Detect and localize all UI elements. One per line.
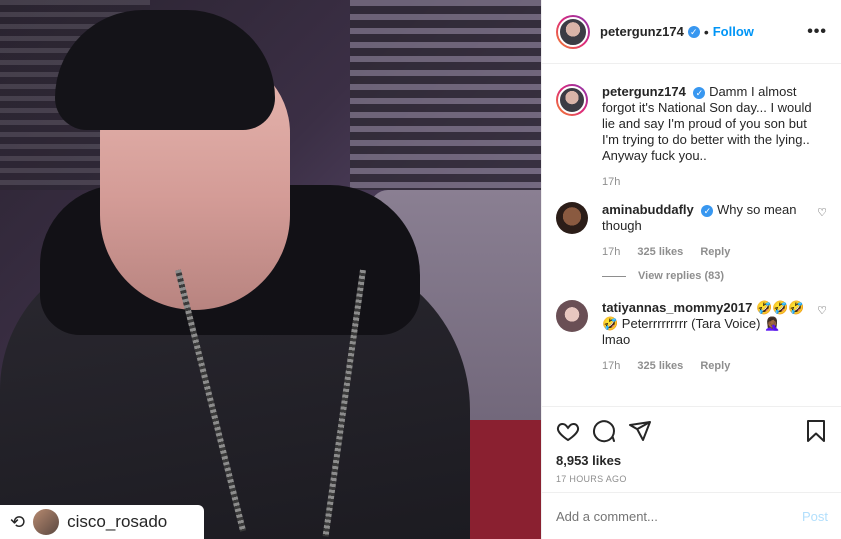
- reply-button[interactable]: Reply: [700, 246, 730, 258]
- comment-like-heart-icon[interactable]: ♡: [817, 304, 827, 317]
- comment-username[interactable]: aminabuddafly: [602, 202, 694, 217]
- repost-icon: ⟲: [10, 511, 26, 532]
- comment-avatar[interactable]: [556, 300, 588, 332]
- beanie: [55, 10, 275, 130]
- comment-time[interactable]: 17h: [602, 246, 620, 258]
- comment-meta: 17h 325 likes Reply: [602, 360, 812, 372]
- caption-username[interactable]: petergunz174: [602, 84, 686, 99]
- add-comment-input[interactable]: [556, 508, 802, 524]
- post-timestamp[interactable]: 17 HOURS AGO: [556, 474, 828, 484]
- divider-line: [602, 275, 626, 277]
- header-separator: •: [703, 23, 709, 40]
- repost-username: cisco_rosado: [67, 512, 168, 531]
- more-options-icon[interactable]: •••: [807, 23, 827, 41]
- heart-icon[interactable]: [556, 419, 580, 443]
- bookmark-icon[interactable]: [804, 419, 828, 443]
- repost-tag[interactable]: ⟲ cisco_rosado: [0, 505, 204, 539]
- share-icon[interactable]: [628, 419, 652, 443]
- comment-like-heart-icon[interactable]: ♡: [817, 206, 827, 219]
- post-header: petergunz174 ✓ • Follow •••: [542, 0, 841, 64]
- window-blinds-right: [350, 0, 541, 190]
- verified-badge-icon: ✓: [701, 204, 714, 217]
- caption: petergunz174 ✓ Damm I almost forgot it's…: [556, 84, 827, 188]
- verified-badge-icon: ✓: [687, 25, 700, 38]
- comment-username[interactable]: tatiyannas_mommy2017: [602, 300, 752, 315]
- header-username[interactable]: petergunz174: [600, 24, 684, 39]
- repost-avatar: [33, 509, 60, 535]
- comment-item: aminabuddafly ✓ Why so mean though 17h 3…: [556, 202, 827, 258]
- caption-avatar[interactable]: [556, 84, 588, 116]
- view-replies-label: View replies (83): [638, 270, 725, 282]
- comment-avatar[interactable]: [556, 202, 588, 234]
- verified-badge-icon: ✓: [693, 86, 706, 99]
- comment-icon[interactable]: [592, 419, 616, 443]
- caption-meta: 17h: [602, 176, 812, 188]
- likes-count[interactable]: 8,953 likes: [556, 453, 828, 468]
- caption-time[interactable]: 17h: [602, 176, 620, 188]
- view-replies-button[interactable]: View replies (83): [602, 270, 827, 282]
- comment-time[interactable]: 17h: [602, 360, 620, 372]
- reply-button[interactable]: Reply: [700, 360, 730, 372]
- post-photo[interactable]: ⟲ cisco_rosado: [0, 0, 541, 539]
- comment-item: tatiyannas_mommy2017 🤣🤣🤣🤣 Peterrrrrrrrr …: [556, 300, 827, 372]
- follow-button[interactable]: Follow: [713, 24, 754, 39]
- post-actions: 8,953 likes 17 HOURS AGO: [542, 406, 841, 484]
- action-icons: [556, 417, 828, 445]
- header-avatar[interactable]: [556, 14, 590, 49]
- add-comment-bar: Post: [542, 492, 841, 539]
- post-comment-button[interactable]: Post: [802, 509, 828, 524]
- comment-likes[interactable]: 325 likes: [637, 246, 683, 258]
- post-side-panel: petergunz174 ✓ • Follow ••• petergunz174…: [541, 0, 841, 539]
- comment-likes[interactable]: 325 likes: [637, 360, 683, 372]
- comments-list[interactable]: petergunz174 ✓ Damm I almost forgot it's…: [542, 64, 841, 404]
- comment-meta: 17h 325 likes Reply: [602, 246, 812, 258]
